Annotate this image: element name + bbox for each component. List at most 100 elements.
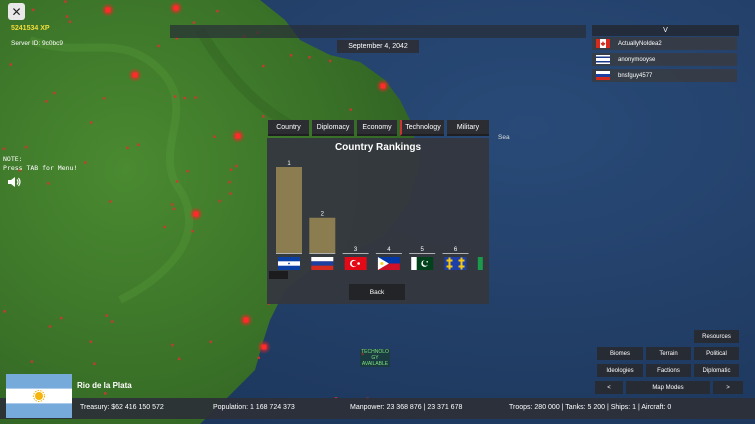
- country-flag-icon[interactable]: [6, 374, 72, 418]
- town-marker: [9, 63, 13, 66]
- player-list-toggle[interactable]: V: [592, 25, 739, 36]
- panel-title: Country Rankings: [334, 142, 422, 153]
- town-marker: [110, 320, 114, 323]
- flag-icon: [596, 71, 610, 80]
- rank-label: 3: [354, 247, 358, 253]
- town-marker: [59, 316, 63, 320]
- city-marker[interactable]: [261, 344, 267, 350]
- town-marker: [177, 357, 181, 361]
- sea-label: Sea: [498, 134, 510, 141]
- technology-available-badge[interactable]: TECHNOLO GY AVAILABLE: [360, 349, 390, 367]
- town-marker: [65, 15, 69, 18]
- map-mode-diplomatic[interactable]: Diplomatic: [694, 364, 739, 377]
- player-name: ActuallyNoIdea2: [618, 40, 662, 47]
- town-marker: [228, 180, 231, 184]
- rank-baseline: [409, 253, 436, 254]
- town-marker: [68, 20, 72, 24]
- town-marker: [262, 115, 265, 118]
- player-row[interactable]: ActuallyNoIdea2: [592, 37, 737, 50]
- rank-baseline: [276, 253, 302, 254]
- game-date: September 4, 2042: [337, 40, 419, 53]
- speaker-icon[interactable]: [7, 176, 21, 188]
- city-marker[interactable]: [132, 72, 138, 78]
- rank-label: 6: [454, 247, 458, 253]
- player-row[interactable]: bnsfguy4577: [592, 69, 737, 82]
- rank-flag-icon[interactable]: [411, 257, 434, 270]
- town-marker: [109, 200, 112, 203]
- town-marker: [192, 21, 196, 24]
- city-marker[interactable]: [193, 211, 199, 217]
- rank-flag-icon[interactable]: [377, 257, 400, 270]
- city-marker[interactable]: [105, 7, 111, 13]
- town-marker: [48, 325, 52, 328]
- map-mode-ideologies[interactable]: Ideologies: [597, 364, 643, 377]
- rank-bar: [276, 167, 302, 253]
- map-mode-terrain[interactable]: Terrain: [646, 347, 691, 360]
- town-marker: [308, 56, 311, 59]
- town-marker: [257, 356, 261, 360]
- close-button[interactable]: ✕: [8, 3, 25, 20]
- rank-baseline: [442, 253, 469, 254]
- town-marker: [157, 44, 160, 48]
- town-marker: [93, 362, 96, 365]
- rank-baseline: [375, 253, 402, 254]
- map-mode-prev-button[interactable]: <: [595, 381, 623, 394]
- town-marker: [235, 164, 238, 168]
- city-marker[interactable]: [243, 317, 249, 323]
- back-button[interactable]: Back: [349, 284, 405, 300]
- note-text: NOTE: Press TAB for Menu!: [3, 155, 78, 172]
- rank-flag-icon[interactable]: [278, 257, 300, 270]
- town-marker: [89, 340, 93, 344]
- rank-baseline: [342, 253, 369, 254]
- rank-bar: [309, 217, 336, 253]
- town-marker: [163, 225, 167, 229]
- rank-label: 5: [421, 247, 425, 253]
- military-stat: Troops: 280 000 | Tanks: 5 200 | Ships: …: [509, 404, 672, 411]
- rank-flag-icon[interactable]: [344, 257, 367, 270]
- rankings-chart: 1 2 3 4 5 6: [269, 161, 483, 279]
- tab-diplomacy[interactable]: Diplomacy: [312, 120, 354, 136]
- town-marker: [172, 207, 176, 211]
- town-marker: [31, 8, 35, 12]
- town-marker: [289, 54, 293, 57]
- rank-label: 1: [287, 161, 291, 167]
- town-marker: [209, 340, 212, 344]
- rankings-panel: 1 2 3 4 5 6 Country Rankings Back: [267, 138, 489, 304]
- flag-icon: [596, 39, 610, 48]
- town-marker: [89, 121, 93, 124]
- town-marker: [194, 96, 197, 99]
- rank-label: 2: [321, 212, 325, 218]
- town-marker: [328, 59, 332, 63]
- town-marker: [64, 0, 67, 3]
- flag-icon: [596, 55, 610, 64]
- town-marker: [83, 161, 87, 164]
- city-marker[interactable]: [235, 133, 241, 139]
- tab-country[interactable]: Country: [268, 120, 309, 136]
- rank-baseline: [309, 253, 336, 254]
- rank-flag-icon[interactable]: [477, 257, 483, 270]
- map-mode-political[interactable]: Political: [694, 347, 739, 360]
- manpower-stat: Manpower: 23 368 876 | 23 371 678: [350, 404, 463, 411]
- map-mode-biomes[interactable]: Biomes: [597, 347, 643, 360]
- map-mode-resources[interactable]: Resources: [694, 330, 739, 343]
- rank-flag-icon[interactable]: [311, 257, 334, 270]
- population-stat: Population: 1 168 724 373: [213, 404, 295, 411]
- city-marker[interactable]: [173, 5, 179, 11]
- tab-economy[interactable]: Economy: [357, 120, 397, 136]
- tab-military[interactable]: Military: [447, 120, 489, 136]
- rank-flag-icon[interactable]: [444, 257, 467, 270]
- town-marker: [213, 135, 216, 138]
- town-marker: [3, 310, 6, 313]
- scroll-indicator[interactable]: [269, 271, 288, 279]
- town-marker: [173, 95, 177, 98]
- player-row[interactable]: anonymooyse: [592, 53, 737, 66]
- city-marker[interactable]: [380, 83, 386, 89]
- town-marker: [349, 108, 353, 111]
- map-mode-factions[interactable]: Factions: [646, 364, 691, 377]
- treasury-stat: Treasury: $62 416 150 572: [80, 404, 164, 411]
- map-mode-next-button[interactable]: >: [713, 381, 743, 394]
- town-marker: [53, 91, 56, 95]
- town-marker: [191, 229, 194, 233]
- town-marker: [171, 343, 174, 347]
- tab-technology[interactable]: Technology: [400, 120, 444, 136]
